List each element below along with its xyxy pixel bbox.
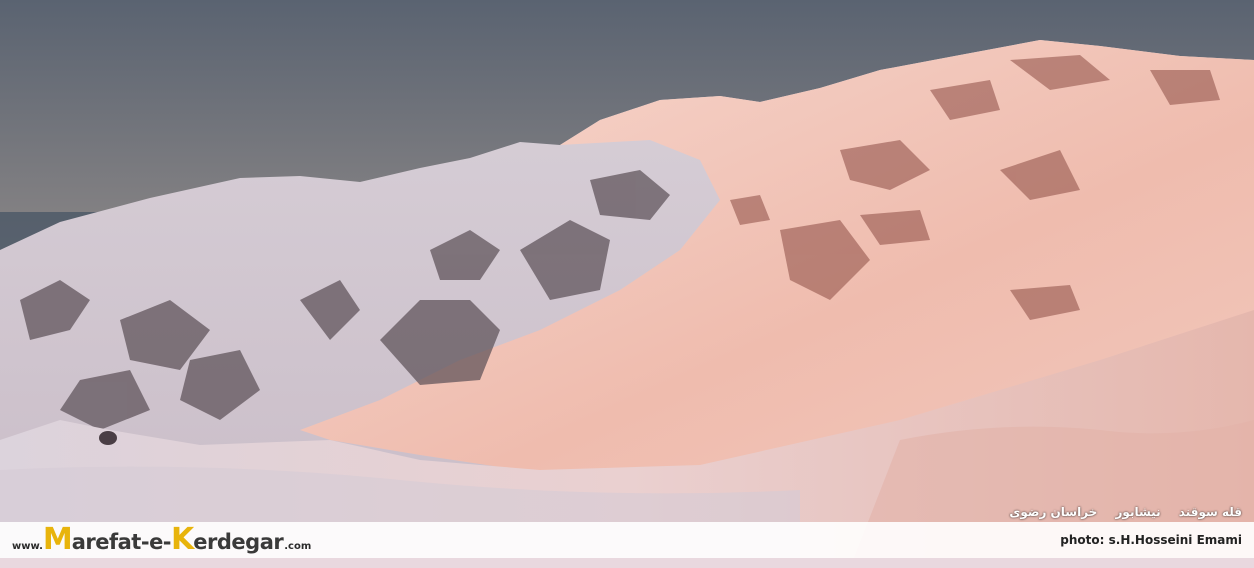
bottom-strip xyxy=(0,558,1254,568)
caption-province: خراسان رضوی xyxy=(1009,505,1098,519)
logo-part-1: arefat-e- xyxy=(71,530,172,554)
site-logo[interactable]: www.Marefat-e-Kerdegar.com xyxy=(12,524,311,556)
mountain-landscape xyxy=(0,0,1254,568)
mountain-photo xyxy=(0,0,1254,568)
logo-initial-m: M xyxy=(42,522,73,557)
caption-peak: قله سوقند xyxy=(1178,505,1242,519)
photo-caption: قله سوقند نیشابور خراسان رضوی xyxy=(1009,505,1242,519)
photo-credit: photo: s.H.Hosseini Emami xyxy=(1060,533,1242,547)
caption-city: نیشابور xyxy=(1115,505,1161,519)
logo-initial-k: K xyxy=(171,522,194,557)
logo-part-2: erdegar xyxy=(193,530,284,554)
logo-www: www. xyxy=(12,541,43,552)
logo-tld: .com xyxy=(284,541,312,552)
